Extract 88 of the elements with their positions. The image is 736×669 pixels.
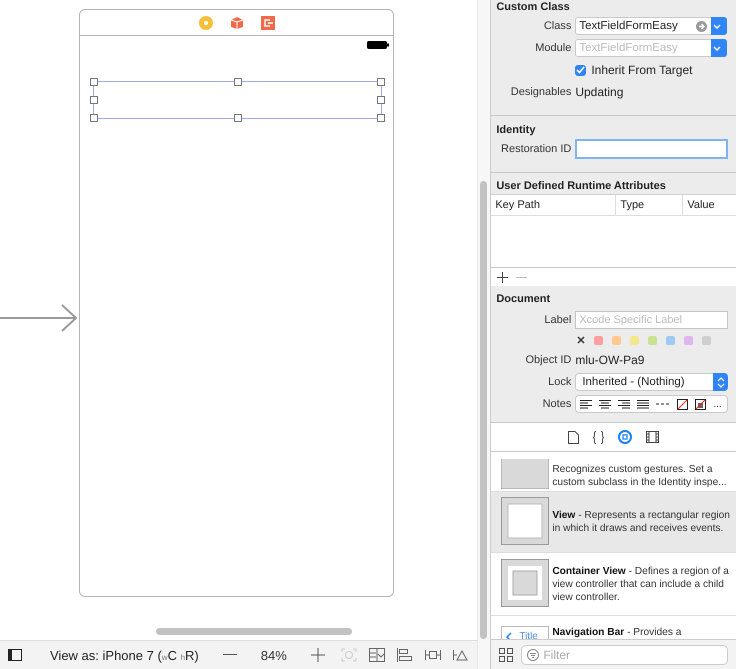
section-title: Identity (495, 123, 536, 138)
no-color-icon[interactable] (677, 398, 688, 410)
section-title: Document (495, 292, 552, 307)
column-header[interactable]: Type (616, 195, 684, 215)
field-label: Object ID (524, 354, 572, 366)
go-arrow-icon[interactable] (696, 20, 708, 32)
zoom-in-icon[interactable] (310, 648, 325, 662)
restoration-id-field[interactable] (575, 139, 728, 159)
resize-handle[interactable] (234, 78, 242, 86)
color-swatch[interactable] (684, 336, 694, 344)
field-label: Restoration ID (500, 143, 572, 155)
pin-icon[interactable] (425, 648, 442, 662)
dropdown-button[interactable] (711, 17, 728, 35)
align-center-icon[interactable] (599, 400, 612, 408)
field-label: Notes (542, 398, 572, 410)
filter-icon (527, 648, 540, 660)
resize-handle[interactable] (377, 114, 385, 122)
align-right-icon[interactable] (618, 400, 630, 408)
thumbnail-title: Title (519, 631, 538, 639)
battery-icon (367, 41, 389, 49)
library-item[interactable]: View - Represents a rectangular region in which it draws and receives events. (491, 492, 736, 553)
filter-field[interactable]: Filter (521, 644, 728, 664)
lock-popup[interactable]: Inherited - (Nothing) (575, 373, 728, 391)
more-button[interactable]: ... (713, 398, 722, 410)
column-header[interactable]: Value (683, 195, 736, 215)
section-title: Custom Class (495, 0, 571, 15)
class-combo-box[interactable]: TextFieldFormEasy (575, 17, 728, 35)
sidebar-toggle-icon[interactable] (8, 649, 22, 661)
color-swatch[interactable] (630, 336, 640, 344)
resize-handle[interactable] (90, 78, 98, 86)
label-field[interactable]: Xcode Specific Label (575, 311, 728, 329)
align-left-icon[interactable] (580, 400, 592, 408)
chevron-down-icon (713, 46, 722, 50)
color-swatch[interactable] (594, 336, 604, 344)
scrollbar-thumb[interactable] (156, 628, 352, 635)
back-chevron-icon (505, 632, 514, 639)
field-label: Lock (547, 376, 572, 388)
item-description: Recognizes custom gestures. Set a custom subclass in the Identity inspe... (552, 463, 728, 489)
library-item[interactable]: Container View - Defines a region of a view controller that can include a child view controller. (491, 553, 736, 616)
object-id-value: mlu-OW-Pa9 (575, 353, 644, 367)
resize-handle[interactable] (90, 96, 98, 104)
item-description: Container View - Defines a region of a view controller that can include a child view controller. (552, 564, 730, 604)
column-header[interactable]: Key Path (491, 195, 616, 215)
item-description: Navigation Bar - Provides a (552, 626, 682, 639)
embed-stack-icon[interactable] (369, 648, 386, 662)
dashes-icon[interactable] (656, 403, 670, 405)
color-swatch[interactable] (666, 336, 676, 344)
file-tab[interactable] (568, 430, 580, 444)
chevron-down-icon (713, 24, 722, 28)
grid-view-icon[interactable] (499, 648, 514, 662)
scrollbar-thumb[interactable] (480, 181, 488, 639)
zoom-level: 84% (260, 648, 287, 662)
media-tab[interactable] (646, 431, 660, 443)
field-label: Module (534, 42, 572, 54)
view-icon (501, 496, 550, 548)
color-swatch[interactable] (702, 336, 712, 344)
object-tab[interactable] (618, 430, 632, 444)
exit-icon (260, 16, 274, 30)
item-description: View - Represents a rectangular region in which it draws and receives events. (552, 509, 731, 535)
gesture-icon (501, 459, 550, 489)
designables-value: Updating (575, 85, 624, 99)
cube-icon (230, 16, 244, 30)
dropdown-button[interactable] (711, 39, 728, 57)
no-background-icon[interactable] (695, 398, 706, 410)
resize-handle[interactable] (377, 96, 385, 104)
notes-format-bar[interactable]: ... (575, 395, 728, 413)
checkbox[interactable] (575, 64, 586, 76)
checkbox-label: Inherit From Target (591, 63, 692, 77)
field-label: Label (543, 314, 572, 326)
resize-handle[interactable] (234, 114, 242, 122)
field-label: Designables (510, 86, 572, 98)
justify-icon[interactable] (637, 400, 650, 408)
view-controller-icon (198, 16, 212, 30)
add-icon[interactable] (497, 272, 508, 282)
section-title: User Defined Runtime Attributes (495, 179, 667, 194)
color-swatch[interactable] (612, 336, 622, 344)
resolve-issues-icon[interactable] (453, 648, 470, 662)
align-icon[interactable] (397, 648, 414, 662)
resize-handle[interactable] (90, 114, 98, 122)
resize-handle[interactable] (377, 78, 385, 86)
up-down-icon (716, 376, 725, 388)
field-label: Class (542, 20, 572, 32)
container-view-icon (501, 558, 550, 610)
code-tab[interactable] (593, 430, 604, 444)
stepper-button[interactable] (713, 373, 728, 391)
color-swatch[interactable] (648, 336, 658, 344)
clear-icon[interactable] (577, 336, 586, 344)
text-field[interactable] (93, 81, 382, 119)
